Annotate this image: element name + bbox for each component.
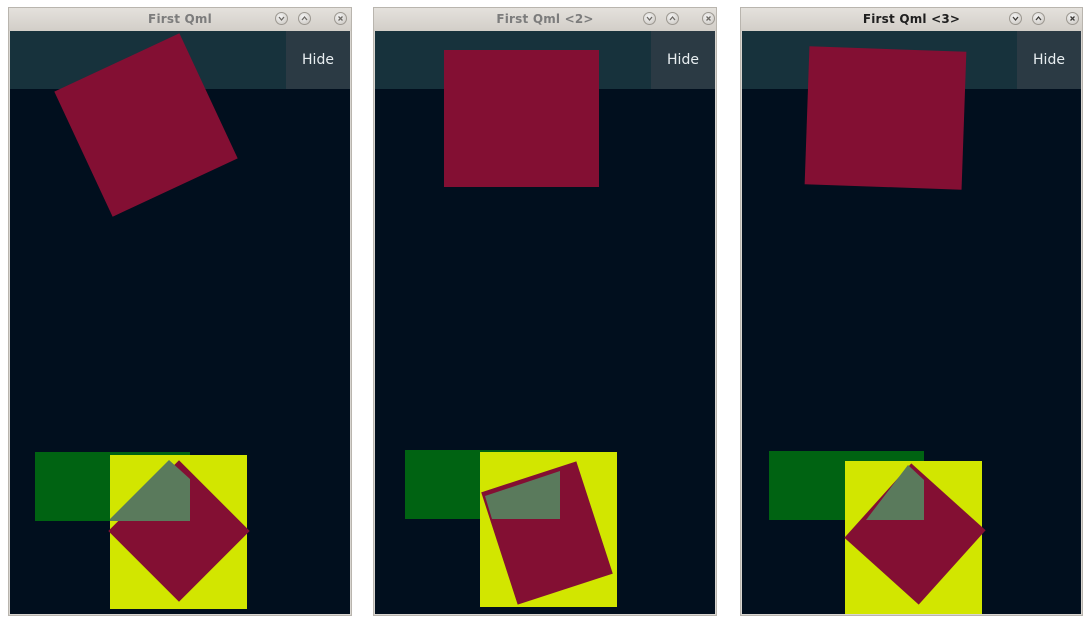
titlebar[interactable]: First Qml xyxy=(9,8,351,31)
scene-canvas: Hide xyxy=(742,31,1081,614)
maximize-button[interactable] xyxy=(1032,12,1045,25)
maximize-icon xyxy=(1035,15,1042,21)
close-button[interactable] xyxy=(1066,12,1079,25)
window-first-qml: First Qml Hide xyxy=(9,8,351,615)
minimize-button[interactable] xyxy=(275,12,288,25)
maximize-icon xyxy=(301,15,308,21)
titlebar[interactable]: First Qml <3> xyxy=(741,8,1082,31)
window-first-qml-2: First Qml <2> Hide xyxy=(374,8,716,615)
maximize-button[interactable] xyxy=(666,12,679,25)
maximize-icon xyxy=(669,15,676,21)
minimize-icon xyxy=(1012,16,1019,22)
minimize-icon xyxy=(646,16,653,22)
close-button[interactable] xyxy=(702,12,715,25)
minimize-icon xyxy=(278,16,285,22)
close-icon xyxy=(1070,16,1075,21)
scene-canvas: Hide xyxy=(375,31,715,614)
overlap-region xyxy=(485,471,560,519)
minimize-button[interactable] xyxy=(1009,12,1022,25)
overlap-region xyxy=(866,465,924,520)
overlap-region xyxy=(110,460,190,521)
window-title: First Qml <3> xyxy=(862,12,961,26)
close-button[interactable] xyxy=(334,12,347,25)
close-icon xyxy=(706,16,711,21)
minimize-button[interactable] xyxy=(643,12,656,25)
window-title: First Qml <2> xyxy=(496,12,594,26)
window-first-qml-3: First Qml <3> Hide xyxy=(741,8,1082,615)
close-icon xyxy=(338,16,343,21)
scene-canvas: Hide xyxy=(10,31,350,614)
maximize-button[interactable] xyxy=(298,12,311,25)
titlebar[interactable]: First Qml <2> xyxy=(374,8,716,31)
